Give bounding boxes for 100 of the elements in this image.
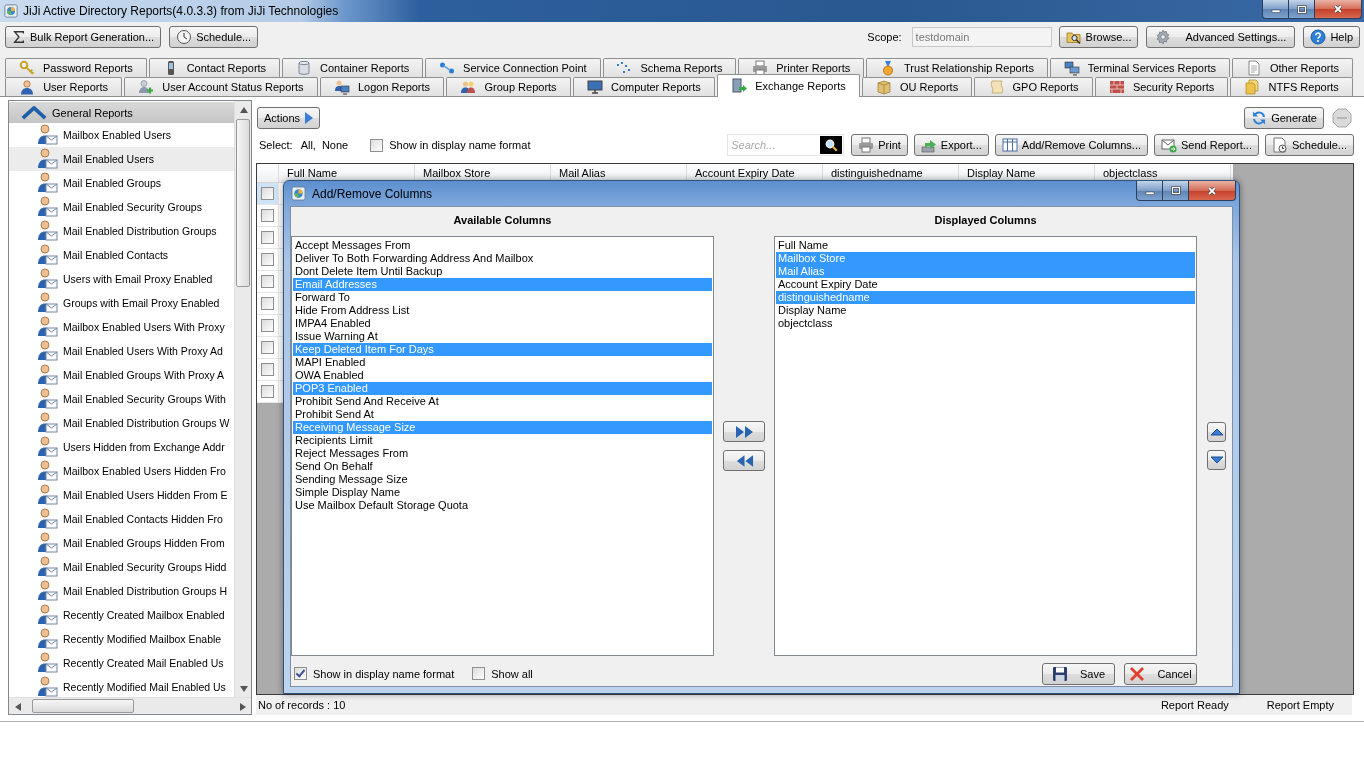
sidebar-item[interactable]: Recently Created Mail Enabled Us (9, 651, 234, 675)
tree-group-header[interactable]: General Reports (9, 102, 234, 123)
sidebar-item[interactable]: Mail Enabled Distribution Groups H (9, 579, 234, 603)
sidebar-item[interactable]: Mail Enabled Security Groups With (9, 387, 234, 411)
minimize-button[interactable] (1262, 0, 1289, 19)
horizontal-scrollbar[interactable] (9, 697, 251, 714)
list-item[interactable]: Full Name (776, 239, 1195, 252)
select-link[interactable]: All, (300, 139, 316, 151)
sidebar-item[interactable]: Recently Modified Mailbox Enable (9, 627, 234, 651)
list-item[interactable]: Send On Behalf (293, 460, 712, 473)
list-item[interactable]: Prohibit Send And Receive At (293, 395, 712, 408)
tab[interactable]: Container Reports (282, 58, 424, 77)
list-item[interactable]: Deliver To Both Forwarding Address And Mailbox (293, 252, 712, 265)
list-item[interactable]: Dont Delete Item Until Backup (293, 265, 712, 278)
checkbox[interactable] (472, 667, 486, 680)
sidebar-item[interactable]: Mail Enabled Users With Proxy Ad (9, 339, 234, 363)
scrollbar-thumb[interactable] (32, 699, 134, 713)
list-item[interactable]: Issue Warning At (293, 330, 712, 343)
sidebar-item[interactable]: Mail Enabled Distribution Groups (9, 219, 234, 243)
tab[interactable]: Computer Reports (572, 77, 716, 96)
list-item[interactable]: OWA Enabled (293, 369, 712, 382)
export-button[interactable]: Export... (913, 134, 989, 156)
list-item[interactable]: objectclass (776, 317, 1195, 330)
sidebar-item[interactable]: Mailbox Enabled Users (9, 123, 234, 147)
list-item[interactable]: Accept Messages From (293, 239, 712, 252)
row-select-cell[interactable] (257, 183, 279, 204)
columns-button[interactable]: Add/Remove Columns... (994, 134, 1148, 156)
help-button[interactable]: Help (1303, 26, 1360, 48)
sidebar-item[interactable]: Mail Enabled Security Groups Hidd (9, 555, 234, 579)
sidebar-item[interactable]: Mail Enabled Security Groups (9, 195, 234, 219)
list-item[interactable]: Prohibit Send At (293, 408, 712, 421)
checkbox-label[interactable]: Show in display name format (313, 667, 455, 680)
sidebar-item[interactable]: Mail Enabled Groups With Proxy A (9, 363, 234, 387)
list-item[interactable]: Simple Display Name (293, 486, 712, 499)
search-icon[interactable] (820, 136, 843, 154)
maximize-button[interactable] (1289, 0, 1315, 19)
sidebar-item[interactable]: Mailbox Enabled Users Hidden Fro (9, 459, 234, 483)
list-item[interactable]: MAPI Enabled (293, 356, 712, 369)
maximize-button[interactable] (1163, 181, 1189, 201)
tab[interactable]: Service Connection Point (425, 58, 601, 77)
checkbox[interactable] (261, 209, 274, 222)
tab[interactable]: Schema Reports (602, 58, 737, 77)
vertical-scrollbar[interactable] (234, 101, 251, 697)
scrollbar-thumb[interactable] (236, 119, 250, 287)
list-item[interactable]: Forward To (293, 291, 712, 304)
tab[interactable]: GPO Reports (974, 77, 1093, 96)
scroll-up-icon[interactable] (239, 106, 248, 113)
send-report-button[interactable]: Send Report... (1154, 134, 1259, 156)
save-button[interactable]: Save (1042, 662, 1115, 685)
checkbox[interactable] (261, 319, 274, 332)
tab[interactable]: User Reports (5, 77, 123, 96)
bulk-generation-button[interactable]: Bulk Report Generation... (5, 26, 162, 48)
tab[interactable]: Other Reports (1232, 58, 1353, 77)
tab[interactable]: Trust Relationship Reports (866, 58, 1048, 77)
sidebar-item[interactable]: Users with Email Proxy Enabled (9, 267, 234, 291)
sidebar-item[interactable]: Users Hidden from Exchange Addr (9, 435, 234, 459)
checkbox-label[interactable]: Show in display name format (389, 139, 531, 151)
sidebar-item[interactable]: Groups with Email Proxy Enabled (9, 291, 234, 315)
list-item[interactable]: Account Expiry Date (776, 278, 1195, 291)
sidebar-item[interactable]: Mail Enabled Users Hidden From E (9, 483, 234, 507)
sidebar-item[interactable]: Mail Enabled Users (9, 147, 234, 171)
chevron-up-icon[interactable] (21, 105, 47, 120)
close-button[interactable] (1315, 0, 1362, 19)
sidebar-item[interactable]: Mail Enabled Groups Hidden From (9, 531, 234, 555)
checkbox[interactable] (261, 363, 274, 376)
stop-icon[interactable] (1332, 107, 1352, 128)
sidebar-item[interactable]: Recently Modified Mail Enabled Us (9, 675, 234, 697)
list-item[interactable]: Reject Messages From (293, 447, 712, 460)
select-link[interactable]: None (321, 139, 349, 151)
checkbox[interactable] (261, 187, 274, 200)
tab[interactable]: Contact Reports (148, 58, 281, 77)
minimize-button[interactable] (1136, 181, 1163, 201)
list-item[interactable]: Hide From Address List (293, 304, 712, 317)
remove-columns-button[interactable] (723, 450, 765, 471)
list-item[interactable]: Display Name (776, 304, 1195, 317)
tab[interactable]: NTFS Reports (1230, 77, 1354, 96)
sidebar-item[interactable]: Mail Enabled Distribution Groups W (9, 411, 234, 435)
actions-button[interactable]: Actions (257, 106, 321, 129)
scroll-right-icon[interactable] (239, 702, 246, 711)
checkbox[interactable] (294, 667, 307, 680)
tab[interactable]: Logon Reports (319, 77, 445, 96)
add-columns-button[interactable] (723, 421, 765, 442)
checkbox[interactable] (261, 231, 274, 244)
tab[interactable]: OU Reports (861, 77, 973, 96)
checkbox[interactable] (261, 275, 274, 288)
list-item[interactable]: Sending Message Size (293, 473, 712, 486)
print-button[interactable]: Print (851, 134, 908, 156)
browse-button[interactable]: Browse... (1058, 26, 1139, 48)
tab[interactable]: Exchange Reports (717, 74, 860, 97)
scroll-left-icon[interactable] (14, 702, 21, 711)
sidebar-item[interactable]: Mail Enabled Contacts (9, 243, 234, 267)
move-down-button[interactable] (1207, 450, 1226, 470)
checkbox[interactable] (261, 297, 274, 310)
schedule-button[interactable]: Schedule... (169, 26, 259, 48)
cancel-button[interactable]: Cancel (1124, 662, 1197, 685)
list-item[interactable]: Recipients Limit (293, 434, 712, 447)
checkbox-label[interactable]: Show all (491, 667, 533, 680)
list-item[interactable]: Use Mailbox Default Storage Quota (293, 499, 712, 512)
sidebar-item[interactable]: Recently Created Mailbox Enabled (9, 603, 234, 627)
tab[interactable]: Group Reports (446, 77, 571, 96)
